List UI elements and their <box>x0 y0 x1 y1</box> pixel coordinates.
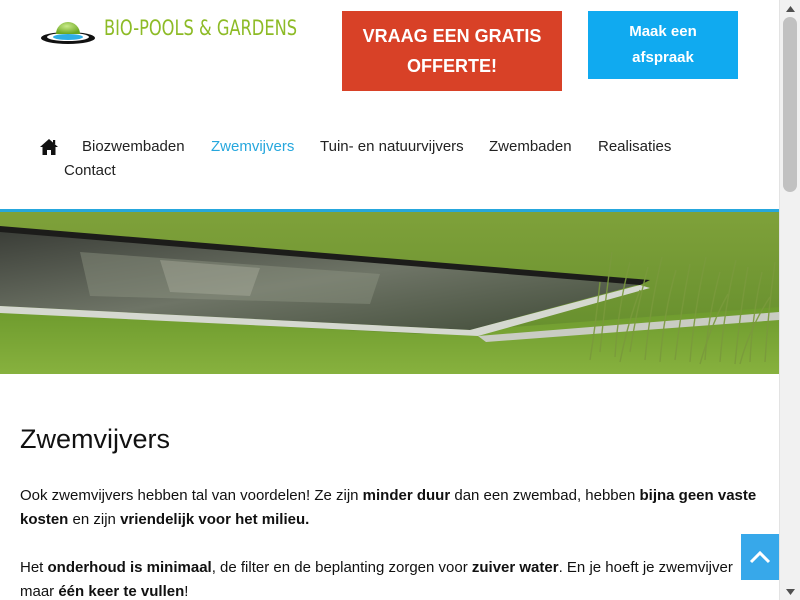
scroll-down-arrow-icon[interactable] <box>780 583 800 600</box>
scroll-up-arrow-icon[interactable] <box>780 0 800 17</box>
scroll-to-top-button[interactable] <box>741 534 779 580</box>
request-quote-button[interactable]: VRAAG EEN GRATIS OFFERTE! <box>342 11 562 91</box>
chevron-up-icon <box>749 550 771 564</box>
logo-text: BIO-POOLS & GARDENS <box>104 16 298 40</box>
nav-item-realisaties[interactable]: Realisaties <box>598 138 671 155</box>
scrollbar-thumb[interactable] <box>783 17 797 192</box>
home-icon[interactable] <box>40 139 58 155</box>
nav-item-contact[interactable]: Contact <box>64 162 116 179</box>
make-appointment-button[interactable]: Maak een afspraak <box>588 11 738 79</box>
nav-item-zwembaden[interactable]: Zwembaden <box>489 138 572 155</box>
nav-item-biozwembaden[interactable]: Biozwembaden <box>82 138 185 155</box>
nav-item-zwemvijvers[interactable]: Zwemvijvers <box>211 138 294 155</box>
hero-image <box>0 212 779 374</box>
page-title: Zwemvijvers <box>20 424 171 454</box>
pond-scene-image <box>0 212 779 374</box>
maintenance-paragraph: Het onderhoud is minimaal, de filter en … <box>20 559 733 600</box>
vertical-scrollbar[interactable] <box>779 0 800 600</box>
nav-item-tuin-en-natuurvijvers[interactable]: Tuin- en natuurvijvers <box>320 138 464 155</box>
page: BIO-POOLS & GARDENS VRAAG EEN GRATIS OFF… <box>0 0 779 600</box>
logo-pool-icon <box>41 22 95 44</box>
intro-paragraph: Ook zwemvijvers hebben tal van voordelen… <box>20 487 757 528</box>
site-logo[interactable]: BIO-POOLS & GARDENS <box>40 10 330 50</box>
